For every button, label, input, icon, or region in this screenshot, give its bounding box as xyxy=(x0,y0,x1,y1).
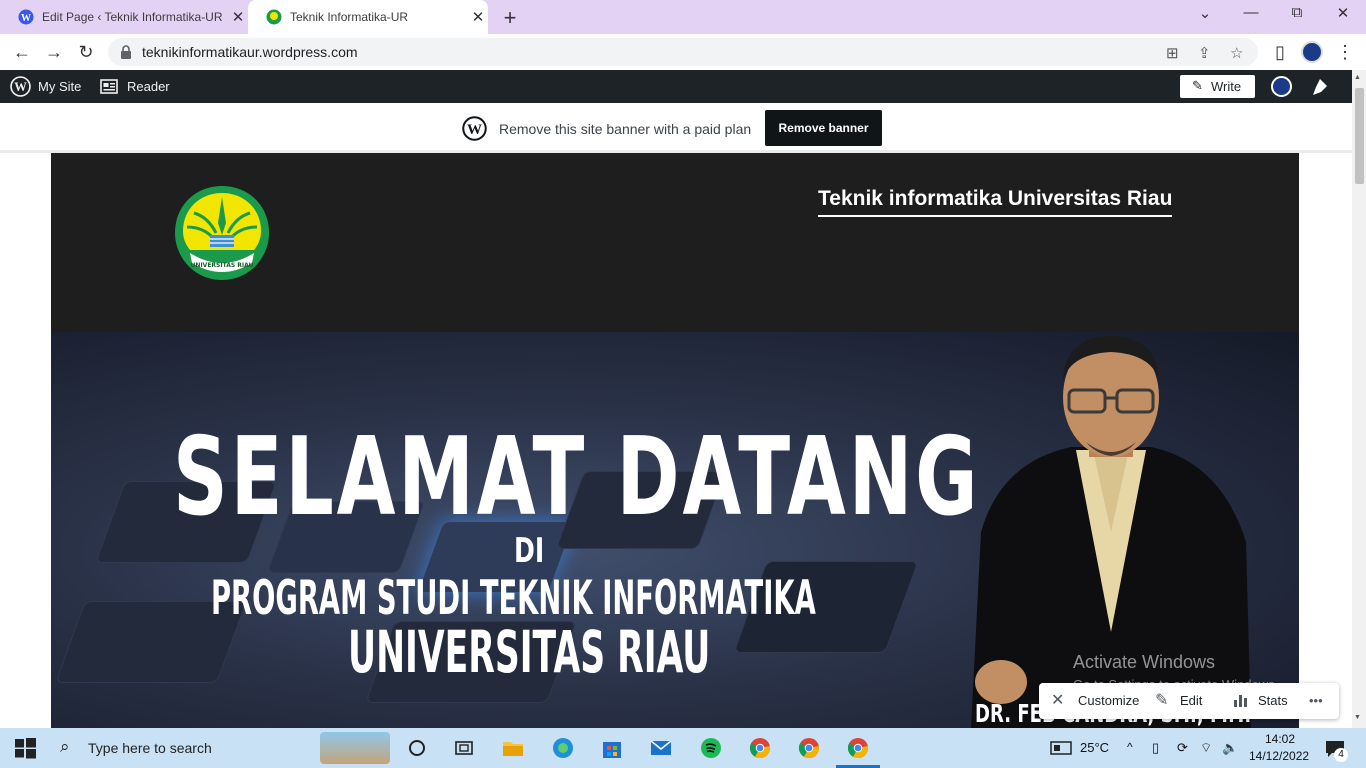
url-text: teknikinformatikaur.wordpress.com xyxy=(142,44,358,60)
task-view-icon[interactable] xyxy=(452,736,476,760)
close-tab-icon[interactable]: ✕ xyxy=(468,8,488,26)
tools-icon: ✕ xyxy=(1051,692,1065,709)
page-scrollbar[interactable]: ▲ ▼ xyxy=(1352,70,1366,728)
stats-icon xyxy=(1234,695,1247,707)
user-avatar[interactable] xyxy=(1271,76,1292,97)
spotify-icon[interactable] xyxy=(699,736,723,760)
back-icon[interactable]: ← xyxy=(10,40,34,64)
forward-icon[interactable]: → xyxy=(42,40,66,64)
customize-button[interactable]: Customize xyxy=(1078,693,1139,708)
close-window-button[interactable]: ✕ xyxy=(1320,4,1366,28)
wordpress-logo-icon: W xyxy=(462,116,487,141)
tab-teknik-informatika[interactable]: Teknik Informatika-UR ✕ xyxy=(248,0,488,34)
write-button[interactable]: ✎ Write xyxy=(1180,75,1255,98)
clock-date[interactable]: 14/12/2022 xyxy=(1249,749,1309,763)
tab-edit-page[interactable]: W Edit Page ‹ Teknik Informatika-UR ✕ xyxy=(0,0,248,34)
edge-icon[interactable] xyxy=(551,736,575,760)
edit-button[interactable]: Edit xyxy=(1180,693,1202,708)
pen-icon: ✎ xyxy=(1192,78,1203,93)
translate-icon[interactable]: ⊞ xyxy=(1166,44,1179,62)
windows-taskbar: ⌕ Type here to search 25°C ^ ▯ ⟳ ⌔ 🔈 14:… xyxy=(0,728,1366,768)
lock-icon xyxy=(121,45,131,59)
store-icon[interactable] xyxy=(600,736,624,760)
reload-icon[interactable]: ↻ xyxy=(74,40,98,64)
reader-icon xyxy=(100,79,118,94)
pencil-icon: ✎ xyxy=(1155,692,1169,709)
site-title[interactable]: Teknik informatika Universitas Riau xyxy=(818,187,1173,217)
write-label: Write xyxy=(1211,79,1242,94)
sidebar-icon[interactable]: ▯ xyxy=(1268,40,1292,64)
remove-banner-button[interactable]: Remove banner xyxy=(765,110,882,146)
file-explorer-icon[interactable] xyxy=(501,736,525,760)
browser-toolbar: ← → ↻ teknikinformatikaur.wordpress.com … xyxy=(0,34,1366,70)
svg-text:W: W xyxy=(14,80,27,94)
my-site-link[interactable]: My Site xyxy=(38,79,81,94)
search-icon: ⌕ xyxy=(60,737,70,756)
wordpress-icon[interactable]: W xyxy=(10,76,31,97)
taskbar-search-box[interactable]: ⌕ Type here to search xyxy=(50,728,390,768)
windows-start-icon[interactable] xyxy=(13,736,37,760)
wifi-icon[interactable]: ⌔ xyxy=(1200,740,1212,756)
banner-message: Remove this site banner with a paid plan xyxy=(499,121,752,137)
notification-badge: 4 xyxy=(1334,748,1348,762)
more-options-button[interactable]: ••• xyxy=(1309,693,1323,708)
search-highlight-image xyxy=(320,732,390,764)
sync-icon[interactable]: ⟳ xyxy=(1177,740,1188,756)
hero-di: DI xyxy=(514,531,545,571)
hero-heading: SELAMAT DATANG xyxy=(173,414,981,540)
chrome-profile-icon[interactable] xyxy=(797,736,821,760)
stats-button[interactable]: Stats xyxy=(1258,693,1288,708)
mail-icon[interactable] xyxy=(649,736,673,760)
new-tab-button[interactable]: + xyxy=(498,5,522,31)
weather-temp[interactable]: 25°C xyxy=(1080,740,1109,755)
battery-icon[interactable]: ▯ xyxy=(1152,740,1159,756)
university-logo[interactable]: UNIVERSITAS RIAU xyxy=(172,183,272,283)
weather-icon xyxy=(1050,741,1072,755)
show-hidden-icons-icon[interactable]: ^ xyxy=(1127,740,1133,754)
hero-university: UNIVERSITAS RIAU xyxy=(348,619,711,687)
address-bar[interactable]: teknikinformatikaur.wordpress.com ⊞ ⇪ ☆ xyxy=(108,38,1258,66)
browser-tab-strip: W Edit Page ‹ Teknik Informatika-UR ✕ Te… xyxy=(0,0,1366,34)
volume-icon[interactable]: 🔈 xyxy=(1222,740,1238,756)
tab-title: Teknik Informatika-UR xyxy=(290,10,409,24)
scroll-down-icon[interactable]: ▼ xyxy=(1354,714,1361,721)
close-tab-icon[interactable]: ✕ xyxy=(228,8,248,26)
scroll-up-icon[interactable]: ▲ xyxy=(1354,74,1361,81)
minimize-button[interactable]: — xyxy=(1228,4,1274,28)
search-placeholder: Type here to search xyxy=(88,740,212,756)
reader-link[interactable]: Reader xyxy=(127,79,170,94)
clock-time[interactable]: 14:02 xyxy=(1265,732,1295,746)
tab-search-icon[interactable]: ⌄ xyxy=(1182,4,1228,28)
share-icon[interactable]: ⇪ xyxy=(1198,44,1211,62)
menu-icon[interactable]: ⋮ xyxy=(1333,40,1357,64)
wordpress-icon: W xyxy=(18,9,34,25)
site-content: UNIVERSITAS RIAU Teknik informatika Univ… xyxy=(51,153,1299,728)
hero-program: PROGRAM STUDI TEKNIK INFORMATIKA xyxy=(211,570,816,625)
notifications-bell-icon[interactable] xyxy=(1310,77,1330,97)
chrome-icon[interactable] xyxy=(748,736,772,760)
restore-button[interactable]: ⧉ xyxy=(1274,4,1320,28)
cortana-icon[interactable] xyxy=(405,736,429,760)
svg-text:W: W xyxy=(21,13,31,24)
logo-text: UNIVERSITAS RIAU xyxy=(191,262,254,269)
bookmark-star-icon[interactable]: ☆ xyxy=(1230,44,1243,62)
activate-windows-title: Activate Windows xyxy=(1073,652,1216,672)
tab-title: Edit Page ‹ Teknik Informatika-UR xyxy=(42,10,223,24)
chrome-active-icon[interactable] xyxy=(846,736,870,760)
wp-admin-bar: W My Site Reader ✎ Write xyxy=(0,70,1352,103)
scrollbar-thumb[interactable] xyxy=(1355,88,1364,184)
floating-toolbar: ✕ Customize ✎ Edit Stats ••• xyxy=(1039,683,1339,719)
university-logo-icon xyxy=(266,9,282,25)
site-banner: W Remove this site banner with a paid pl… xyxy=(0,103,1352,153)
profile-avatar[interactable] xyxy=(1301,41,1323,63)
svg-text:W: W xyxy=(467,122,482,138)
